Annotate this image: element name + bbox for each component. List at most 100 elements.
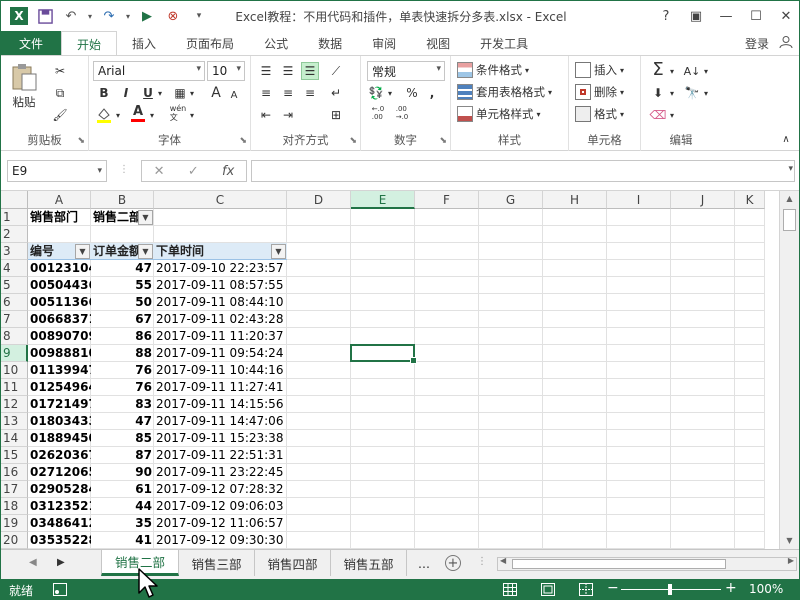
orientation-icon[interactable]: ⟋ <box>327 62 345 80</box>
name-box[interactable]: E9 ▾ <box>7 160 107 182</box>
align-bottom-icon[interactable]: ☰ <box>301 62 319 80</box>
clear-icon[interactable]: ⊗ <box>161 5 185 27</box>
cell-order-time[interactable]: 2017-09-11 08:57:55 <box>154 277 287 294</box>
worksheet-grid[interactable]: ABCDEFGHIJK 1 2 3 4 5 6 7 8 9 10 11 12 13 14 15 16 17 18 1… <box>1 191 799 549</box>
cell-order-time[interactable]: 2017-09-11 11:20:37 <box>154 328 287 345</box>
grow-font-icon[interactable]: A <box>207 84 225 102</box>
insert-cells-button[interactable]: 插入 ▾ <box>575 62 624 78</box>
cell-styles-button[interactable]: 单元格样式 ▾ <box>457 106 541 122</box>
cell-order-id[interactable]: 035352285 <box>28 532 91 549</box>
scroll-right-icon[interactable]: ▶ <box>788 556 794 565</box>
prev-sheet-icon[interactable]: ◀ <box>29 557 37 568</box>
border-dropdown-icon[interactable]: ▾ <box>187 84 197 102</box>
cell-order-amount[interactable]: 44 <box>91 498 154 515</box>
cell-b1[interactable]: 销售二部 <box>91 209 138 226</box>
minimize-icon[interactable]: — <box>711 1 741 31</box>
row-header-7[interactable]: 7 <box>1 311 28 328</box>
tab-file[interactable]: 文件 <box>1 31 62 55</box>
zoom-level[interactable]: 100% <box>749 582 783 596</box>
tab-data[interactable]: 数据 <box>303 31 357 55</box>
phonetic-dropdown-icon[interactable]: ▾ <box>187 106 197 124</box>
increase-indent-icon[interactable]: ⇥ <box>279 106 297 124</box>
cell-order-id[interactable]: 018894508 <box>28 430 91 447</box>
add-sheet-icon[interactable]: + <box>445 555 461 571</box>
cell-order-amount[interactable]: 88 <box>91 345 154 362</box>
scroll-up-icon[interactable]: ▲ <box>780 191 799 207</box>
cell-order-amount[interactable]: 76 <box>91 362 154 379</box>
font-color-dropdown-icon[interactable]: ▾ <box>147 106 157 124</box>
zoom-slider-handle[interactable] <box>668 584 672 595</box>
next-sheet-icon[interactable]: ▶ <box>57 557 65 568</box>
sheet-tab-sales-4[interactable]: 销售四部 <box>255 550 331 576</box>
cell-order-time[interactable]: 2017-09-11 09:54:24 <box>154 345 287 362</box>
column-header-e[interactable]: E <box>351 191 415 209</box>
save-icon[interactable] <box>33 5 57 27</box>
font-color-button[interactable]: A <box>129 104 147 122</box>
undo-dropdown-icon[interactable]: ▾ <box>85 5 95 27</box>
cell-order-time[interactable]: 2017-09-12 09:06:03 <box>154 498 287 515</box>
clear-format-icon[interactable]: ⌫ <box>649 106 667 124</box>
cell-order-id[interactable]: 006683711 <box>28 311 91 328</box>
close-icon[interactable]: ✕ <box>771 1 799 31</box>
row-header-17[interactable]: 17 <box>1 481 28 498</box>
wrap-text-icon[interactable]: ↵ <box>327 84 345 102</box>
cell-order-id[interactable]: 027120658 <box>28 464 91 481</box>
scroll-down-icon[interactable]: ▼ <box>780 533 799 549</box>
cell-order-amount[interactable]: 83 <box>91 396 154 413</box>
formula-input[interactable] <box>251 160 795 182</box>
help-icon[interactable]: ? <box>651 1 681 31</box>
fill-color-icon[interactable] <box>95 106 113 124</box>
percent-button[interactable]: % <box>403 84 421 102</box>
cell-order-time[interactable]: 2017-09-11 22:51:31 <box>154 447 287 464</box>
cell-order-id[interactable]: 031235216 <box>28 498 91 515</box>
align-center-icon[interactable]: ≡ <box>279 84 297 102</box>
font-size-select[interactable]: 10 ▾ <box>207 61 245 81</box>
cell-order-amount[interactable]: 47 <box>91 413 154 430</box>
cell-order-id[interactable]: 009888109 <box>28 345 91 362</box>
fill-dropdown-icon[interactable]: ▾ <box>667 84 677 102</box>
row-header-4[interactable]: 4 <box>1 260 28 277</box>
column-header-j[interactable]: J <box>671 191 735 209</box>
row-header-2[interactable]: 2 <box>1 226 28 243</box>
currency-icon[interactable]: 💱 <box>367 84 385 102</box>
bold-button[interactable]: B <box>95 84 113 102</box>
alignment-launcher-icon[interactable]: ⬊ <box>349 136 357 146</box>
cell-order-time[interactable]: 2017-09-12 11:06:57 <box>154 515 287 532</box>
font-launcher-icon[interactable]: ⬊ <box>239 136 247 146</box>
sheet-tab-sales-3[interactable]: 销售三部 <box>179 550 255 576</box>
cell-order-id[interactable]: 005113665 <box>28 294 91 311</box>
row-header-10[interactable]: 10 <box>1 362 28 379</box>
cell-order-amount[interactable]: 47 <box>91 260 154 277</box>
cell-order-amount[interactable]: 86 <box>91 328 154 345</box>
format-painter-icon[interactable]: 🖌 <box>51 106 69 124</box>
enter-icon[interactable]: ✓ <box>188 164 199 179</box>
sort-filter-icon[interactable]: A↓ <box>683 62 701 80</box>
sheet-tab-sales-5[interactable]: 销售五部 <box>331 550 407 576</box>
cell-order-time[interactable]: 2017-09-11 11:27:41 <box>154 379 287 396</box>
row-header-14[interactable]: 14 <box>1 430 28 447</box>
align-top-icon[interactable]: ☰ <box>257 62 275 80</box>
vertical-scrollbar[interactable]: ▲ ▼ <box>779 191 799 549</box>
find-select-dropdown-icon[interactable]: ▾ <box>701 84 711 102</box>
cell-order-id[interactable]: 011399477 <box>28 362 91 379</box>
row-header-3[interactable]: 3 <box>1 243 28 260</box>
conditional-format-button[interactable]: 条件格式 ▾ <box>457 62 529 78</box>
cell-order-time[interactable]: 2017-09-11 08:44:10 <box>154 294 287 311</box>
redo-dropdown-icon[interactable]: ▾ <box>123 5 133 27</box>
decrease-decimal-button[interactable]: .00 →.0 <box>393 104 411 122</box>
tab-view[interactable]: 视图 <box>411 31 465 55</box>
autosum-icon[interactable]: Σ <box>649 59 667 80</box>
cell-order-amount[interactable]: 87 <box>91 447 154 464</box>
underline-dropdown-icon[interactable]: ▾ <box>155 84 165 102</box>
user-icon[interactable] <box>779 35 793 52</box>
delete-cells-button[interactable]: 删除 ▾ <box>575 84 624 100</box>
cell-order-time[interactable]: 2017-09-12 09:30:30 <box>154 532 287 549</box>
cell-order-id[interactable]: 034864124 <box>28 515 91 532</box>
column-header-b[interactable]: B <box>91 191 154 209</box>
row-header-8[interactable]: 8 <box>1 328 28 345</box>
horizontal-scroll-thumb[interactable] <box>512 559 726 569</box>
select-all-corner[interactable] <box>1 191 28 209</box>
tab-page-layout[interactable]: 页面布局 <box>171 31 249 55</box>
clipboard-launcher-icon[interactable]: ⬊ <box>77 136 85 146</box>
row-header-15[interactable]: 15 <box>1 447 28 464</box>
